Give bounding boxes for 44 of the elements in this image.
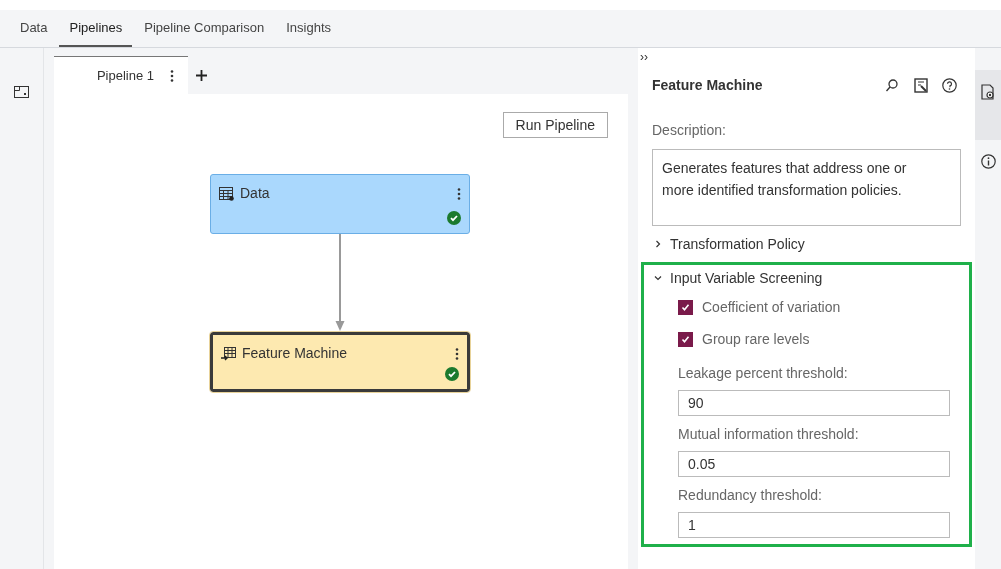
run-pipeline-button[interactable]: Run Pipeline [502, 112, 608, 138]
checkbox-label: Coefficient of variation [702, 297, 841, 317]
tab[interactable]: Insights [276, 10, 341, 47]
checkmark-icon [447, 211, 461, 225]
check-icon [681, 334, 690, 344]
node-label: Data [240, 184, 271, 203]
collapse-toggle[interactable]: ›› [640, 50, 648, 64]
more-icon[interactable] [455, 347, 459, 360]
checkbox[interactable] [678, 299, 693, 315]
pipeline-tab-label: Pipeline 1 [96, 66, 154, 85]
input-field[interactable]: 90 [678, 390, 950, 416]
more-icon[interactable] [457, 187, 461, 200]
check-icon [681, 302, 690, 312]
tab[interactable]: Pipeline Comparison [134, 10, 275, 47]
table-icon [219, 186, 234, 201]
more-icon[interactable] [170, 69, 174, 82]
pipeline-node[interactable]: Feature Machine [210, 332, 470, 392]
description-field[interactable]: Generates features that address one or more identified transformation policies. [652, 149, 961, 226]
document-icon[interactable] [914, 78, 928, 93]
chevron-down-icon [654, 274, 662, 282]
field-label: Leakage percent threshold: [678, 364, 849, 383]
search-icon[interactable] [886, 79, 898, 92]
panel-title: Feature Machine [652, 76, 764, 95]
pipeline-node[interactable]: Data [210, 174, 470, 234]
add-icon[interactable] [196, 69, 207, 81]
input-field[interactable]: 1 [678, 512, 950, 538]
section-header[interactable]: Transformation Policy [654, 231, 959, 257]
pipeline-tab[interactable]: Pipeline 1 [54, 56, 188, 94]
checkmark-icon [445, 367, 459, 381]
info-icon[interactable] [980, 154, 996, 169]
checkbox[interactable] [678, 331, 693, 347]
tab[interactable]: Data [10, 10, 58, 47]
table-arrow-icon [221, 346, 236, 361]
description-label: Description: [652, 121, 727, 140]
section-header[interactable]: Input Variable Screening [654, 265, 959, 291]
field-label: Mutual information threshold: [678, 425, 860, 444]
chevron-right-icon [654, 240, 662, 248]
document-settings-icon[interactable] [981, 84, 995, 100]
help-icon[interactable] [942, 78, 957, 93]
node-label: Feature Machine [242, 344, 349, 363]
input-field[interactable]: 0.05 [678, 451, 950, 477]
checkbox-label: Group rare levels [702, 329, 810, 349]
field-label: Redundancy threshold: [678, 486, 823, 505]
panel-icon[interactable] [14, 86, 29, 98]
